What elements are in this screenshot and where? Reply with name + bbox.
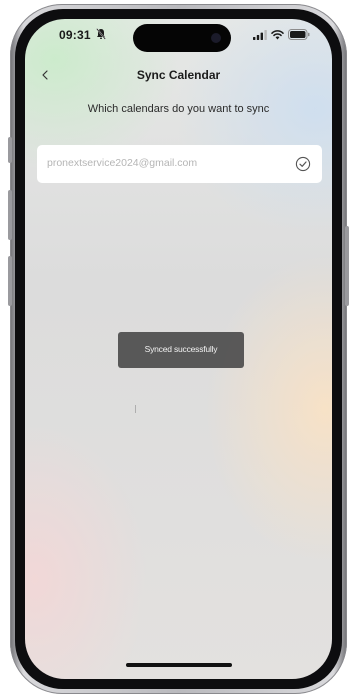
home-indicator[interactable] [126, 663, 232, 667]
volume-down-button [8, 256, 12, 306]
page-subtitle: Which calendars do you want to sync [87, 103, 270, 115]
status-bar: 09:31 [25, 19, 332, 59]
wifi-icon [271, 30, 284, 40]
power-button [345, 226, 349, 306]
calendar-account-row[interactable]: pronextservice2024@gmail.com [37, 145, 322, 183]
page-title: Sync Calendar [136, 68, 221, 82]
bell-slash-icon [96, 28, 106, 40]
status-time: 09:31 [59, 28, 91, 42]
front-camera [211, 33, 221, 43]
check-circle-icon[interactable] [295, 156, 311, 172]
toast-message: Synced successfully [144, 344, 218, 354]
toast-notification: Synced successfully [118, 332, 244, 368]
cellular-signal-icon [253, 30, 267, 40]
battery-icon [288, 29, 310, 40]
dynamic-island [133, 24, 231, 52]
volume-up-button [8, 190, 12, 240]
app-screen: 09:31 Sync Calendar Which calendars do y… [25, 19, 332, 679]
cursor-mark [135, 405, 136, 413]
account-email: pronextservice2024@gmail.com [47, 157, 198, 169]
action-button [8, 137, 12, 163]
nav-bar: Sync Calendar [25, 61, 332, 91]
